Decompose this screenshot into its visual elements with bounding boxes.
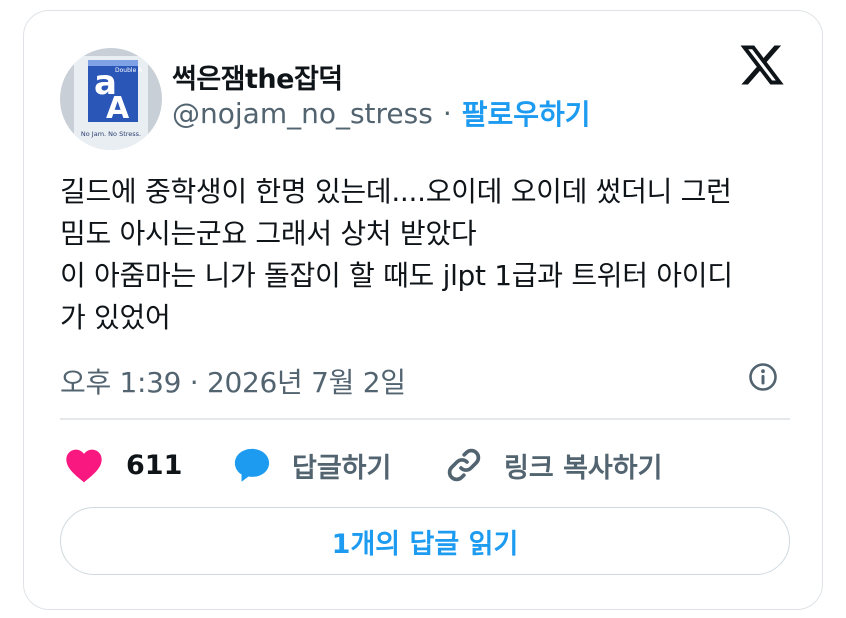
follow-button[interactable]: 팔로우하기 (462, 93, 591, 133)
read-replies-button[interactable]: 1개의 답글 읽기 (60, 507, 790, 575)
reply-label: 답글하기 (292, 452, 392, 484)
double-a-paper-logo-icon: a A Double A No Jam. No Stress. (60, 48, 162, 150)
tweet-line: 이 아줌마는 니가 돌잡이 할 때도 jlpt 1급과 트위터 아이디 (60, 259, 733, 292)
divider (60, 418, 790, 420)
avatar-caption: No Jam. No Stress. (81, 130, 141, 138)
copy-link-label: 링크 복사하기 (504, 452, 663, 484)
avatar[interactable]: a A Double A No Jam. No Stress. (60, 48, 162, 150)
x-logo-icon[interactable] (737, 41, 787, 89)
tweet-line: 가 있었어 (60, 301, 171, 334)
heart-icon (66, 449, 102, 483)
info-icon[interactable] (747, 361, 779, 393)
separator-dot: · (442, 96, 452, 130)
like-count: 611 (126, 449, 183, 481)
tweet-line: 밈도 아시는군요 그래서 상처 받았다 (60, 217, 477, 250)
tweet-text: 길드에 중학생이 한명 있는데....오이데 오이데 썼더니 그런 밈도 아시는… (60, 171, 800, 339)
tweet-timestamp[interactable]: 오후 1:39 · 2026년 7월 2일 (60, 361, 406, 401)
svg-text:A: A (106, 91, 130, 126)
reply-bubble-icon (234, 448, 270, 482)
link-icon (447, 448, 481, 482)
tweet-card: a A Double A No Jam. No Stress. 썩은잼the잡덕… (23, 10, 823, 610)
like-button[interactable]: 611 (64, 443, 182, 487)
handle-row: @nojam_no_stress · 팔로우하기 (172, 93, 591, 133)
copy-link-button[interactable]: 링크 복사하기 (444, 443, 662, 487)
reply-button[interactable]: 답글하기 (232, 443, 391, 487)
display-name[interactable]: 썩은잼the잡덕 (172, 57, 343, 96)
svg-text:Double A: Double A (115, 67, 143, 74)
user-handle[interactable]: @nojam_no_stress (172, 97, 433, 130)
tweet-line: 길드에 중학생이 한명 있는데....오이데 오이데 썼더니 그런 (60, 175, 732, 208)
